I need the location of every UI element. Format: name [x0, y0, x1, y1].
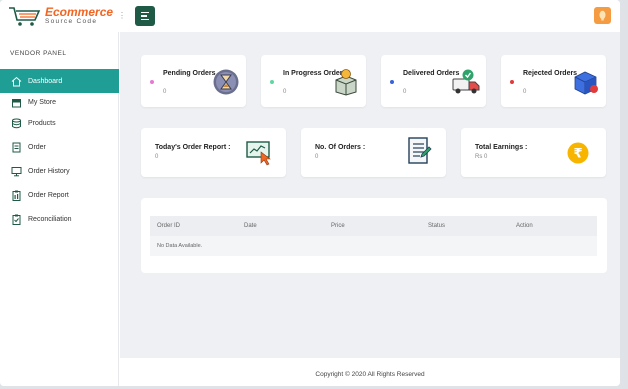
- order-list-icon: [408, 137, 432, 164]
- order-icon: [10, 141, 22, 153]
- column-header-price[interactable]: Price: [331, 223, 345, 229]
- column-header-order-id[interactable]: Order ID: [157, 223, 180, 229]
- empty-message: No Data Available.: [157, 243, 203, 249]
- home-icon: [10, 75, 22, 87]
- rupee-icon: ₹: [567, 142, 589, 164]
- store-icon: [10, 96, 22, 108]
- report-card-no-of-orders[interactable]: No. Of Orders : 0: [301, 128, 446, 177]
- top-bar: Ecommerce Source Code ⋮: [0, 0, 620, 32]
- logo[interactable]: Ecommerce Source Code: [8, 5, 113, 27]
- sidebar-item-label: My Store: [28, 98, 57, 106]
- delivery-truck-icon: [452, 69, 480, 94]
- stat-card-rejected[interactable]: Rejected Orders 0: [501, 55, 606, 107]
- column-header-action[interactable]: Action: [516, 223, 533, 229]
- report-click-icon: [246, 141, 271, 166]
- sidebar-item-label: Reconciliation: [28, 215, 72, 223]
- stat-value: 0: [163, 89, 167, 95]
- sidebar-item-order-report[interactable]: Order Report: [0, 183, 119, 207]
- vertical-dots-icon: ⋮: [118, 11, 126, 20]
- user-icon: [599, 10, 606, 21]
- stat-card-in-progress[interactable]: In Progress Orders 0: [261, 55, 366, 107]
- report-value: 0: [155, 154, 159, 160]
- stat-card-pending[interactable]: Pending Orders 0: [141, 55, 246, 107]
- status-dot: [390, 80, 394, 84]
- sidebar-item-label: Products: [28, 119, 56, 127]
- sidebar-item-label: Order History: [28, 167, 70, 175]
- app-window: Ecommerce Source Code ⋮ VENDOR PANEL Das…: [0, 0, 620, 386]
- rejected-box-icon: [574, 71, 598, 95]
- report-card-today[interactable]: Today's Order Report : 0: [141, 128, 286, 177]
- report-value: 0: [315, 154, 319, 160]
- column-header-status[interactable]: Status: [428, 223, 445, 229]
- menu-toggle-button[interactable]: [135, 6, 155, 26]
- logo-subtitle: Source Code: [45, 18, 98, 26]
- report-value: Rs 0: [475, 154, 488, 160]
- report-card-total-earnings[interactable]: Total Earnings : Rs 0 ₹: [461, 128, 606, 177]
- report-icon: [10, 189, 22, 201]
- logo-title: Ecommerce: [45, 5, 114, 20]
- stat-title: Rejected Orders: [523, 70, 578, 77]
- database-icon: [10, 117, 22, 129]
- table-header: Order ID Date Price Status Action: [150, 216, 597, 236]
- orders-table-card: Order ID Date Price Status Action No Dat…: [141, 198, 607, 273]
- report-title: Total Earnings :: [475, 144, 528, 151]
- table-row-empty: No Data Available.: [150, 236, 597, 256]
- user-avatar-button[interactable]: [594, 7, 611, 24]
- stat-value: 0: [523, 89, 527, 95]
- sidebar: VENDOR PANEL Dashboard My Store Products…: [0, 32, 119, 386]
- svg-text:₹: ₹: [573, 147, 582, 162]
- sidebar-item-label: Order: [28, 143, 46, 151]
- monitor-icon: [10, 165, 22, 177]
- report-title: No. Of Orders :: [315, 144, 366, 151]
- sidebar-item-order[interactable]: Order: [0, 135, 119, 159]
- sidebar-item-label: Order Report: [28, 191, 69, 199]
- footer: Copyright © 2020 All Rights Reserved: [120, 358, 620, 386]
- pending-icon: [213, 69, 239, 95]
- sidebar-item-label: Dashboard: [28, 77, 63, 85]
- sidebar-item-order-history[interactable]: Order History: [0, 159, 119, 183]
- package-progress-icon: [335, 69, 357, 96]
- stat-title: Pending Orders: [163, 70, 216, 77]
- sidebar-item-reconciliation[interactable]: Reconciliation: [0, 207, 119, 231]
- status-dot: [150, 80, 154, 84]
- column-header-date[interactable]: Date: [244, 223, 257, 229]
- status-dot: [510, 80, 514, 84]
- status-dot: [270, 80, 274, 84]
- stat-value: 0: [403, 89, 407, 95]
- sidebar-item-products[interactable]: Products: [0, 111, 119, 135]
- report-title: Today's Order Report :: [155, 144, 231, 151]
- stat-card-delivered[interactable]: Delivered Orders 0: [381, 55, 486, 107]
- reconciliation-icon: [10, 213, 22, 225]
- cart-icon: [9, 7, 41, 26]
- stat-value: 0: [283, 89, 287, 95]
- panel-title: VENDOR PANEL: [10, 50, 67, 57]
